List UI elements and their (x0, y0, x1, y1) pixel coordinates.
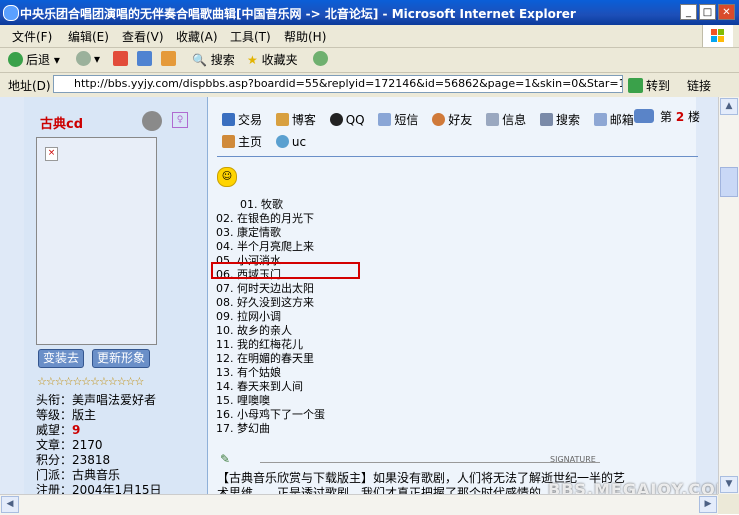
refresh-button[interactable] (137, 51, 155, 69)
avatar: × (36, 137, 157, 345)
go-label: 转到 (646, 79, 671, 93)
rank-stars: ☆☆☆☆☆☆☆☆☆☆☆☆ (37, 375, 144, 388)
blog-icon (275, 113, 289, 126)
history-button[interactable] (313, 51, 331, 69)
nav-friends[interactable]: 好友 (432, 113, 472, 127)
nav-uc[interactable]: uc (275, 135, 306, 149)
favorites-button[interactable]: ★ 收藏夹 (247, 51, 298, 69)
back-button[interactable]: 后退 ▾ (8, 51, 60, 69)
pencil-icon: ✎ (220, 452, 231, 466)
maximize-icon[interactable]: □ (699, 4, 716, 20)
email-icon (593, 113, 607, 126)
username[interactable]: 古典cd (40, 113, 83, 132)
back-label: 后退 (26, 53, 51, 67)
close-icon[interactable]: ✕ (718, 4, 735, 20)
address-label: 地址(D) (8, 79, 51, 93)
horizontal-scrollbar[interactable]: ◀ ▶ (0, 494, 718, 515)
nav-trade[interactable]: 交易 (222, 113, 262, 127)
floor-number: 第 2 楼 (660, 110, 701, 124)
shield-icon (222, 113, 235, 126)
search-doc-icon (539, 113, 553, 126)
nav-home[interactable]: 主页 (222, 135, 262, 149)
song-item: 17. 梦幻曲 (216, 422, 270, 435)
nav-email[interactable]: 邮箱 (593, 113, 634, 127)
go-button[interactable]: 转到 (628, 77, 670, 94)
menu-favorites[interactable]: 收藏(A) (176, 28, 218, 45)
message-icon (378, 113, 392, 126)
favorites-label: 收藏夹 (261, 53, 298, 67)
scroll-thumb[interactable] (720, 167, 738, 197)
floor-icon (634, 109, 654, 123)
nav-info[interactable]: 信息 (486, 113, 526, 127)
title-bar: 中央乐团合唱团演唱的无伴奏合唱歌曲辑[中国音乐网 -> 北音论坛] - Micr… (0, 0, 739, 25)
search-button[interactable]: 🔍 搜索 (192, 51, 235, 69)
window-title: 中央乐团合唱团演唱的无伴奏合唱歌曲辑[中国音乐网 -> 北音论坛] - Micr… (20, 7, 576, 21)
address-bar: 地址(D) http://bbs.yyjy.com/dispbbs.asp?bo… (0, 73, 739, 98)
refresh-icon (137, 51, 152, 66)
home-icon (161, 51, 176, 66)
broken-image-icon: × (45, 147, 58, 161)
back-arrow-icon (8, 52, 23, 67)
post-nav-row2: 主页 uc (222, 133, 306, 150)
user-registered: 注册：2004年1月15日 (36, 483, 162, 494)
signature-label: SIGNATURE (550, 455, 596, 464)
smiley-icon: ☺ (217, 167, 237, 187)
qq-penguin-icon (329, 113, 343, 126)
info-icon (486, 113, 500, 126)
nav-qq[interactable]: QQ (329, 113, 365, 127)
post-divider (217, 156, 698, 157)
ie-icon (3, 5, 19, 21)
stop-icon (113, 51, 128, 66)
post-nav-row1: 交易 博客 QQ 短信 好友 信息 搜索 邮箱 (222, 111, 634, 128)
forward-button[interactable]: ▾ (76, 51, 100, 69)
change-avatar-button[interactable]: 变装去 (38, 349, 85, 368)
update-avatar-button[interactable]: 更新形象 (92, 349, 151, 368)
menu-tools[interactable]: 工具(T) (230, 28, 271, 45)
gender-icon: ♀ (172, 112, 188, 128)
home-icon (222, 135, 235, 148)
signature-divider (260, 462, 600, 463)
toolbar: 后退 ▾ ▾ 🔍 搜索 ★ 收藏夹 (0, 48, 739, 73)
uc-icon (275, 135, 289, 148)
user-face-icon (142, 111, 162, 131)
vertical-scrollbar[interactable]: ▲ ▼ (718, 97, 739, 494)
nav-blog[interactable]: 博客 (275, 113, 316, 127)
star-icon: ★ (247, 53, 258, 67)
scroll-down-icon[interactable]: ▼ (720, 476, 738, 493)
user-panel: 古典cd ♀ × 变装去 更新形象 ☆☆☆☆☆☆☆☆☆☆☆☆ 头衔：美声唱法爱好… (24, 97, 208, 494)
minimize-icon[interactable]: _ (680, 4, 697, 20)
search-label: 搜索 (210, 53, 235, 67)
windows-logo-icon (702, 25, 733, 47)
menu-view[interactable]: 查看(V) (122, 28, 164, 45)
scroll-up-icon[interactable]: ▲ (720, 98, 738, 115)
scroll-left-icon[interactable]: ◀ (1, 496, 19, 513)
home-button[interactable] (161, 51, 179, 69)
menu-edit[interactable]: 编辑(E) (68, 28, 109, 45)
search-icon: 🔍 (192, 53, 207, 67)
highlight-box (211, 262, 360, 279)
links-button[interactable]: 链接 (687, 77, 711, 94)
scroll-right-icon[interactable]: ▶ (699, 496, 717, 513)
forward-arrow-icon (76, 51, 91, 66)
stop-button[interactable] (113, 51, 131, 69)
signature-text-line2: 术思维……正是透过歌剧，我们才真正把握了那个时代感情的 (217, 486, 542, 494)
menu-help[interactable]: 帮助(H) (284, 28, 326, 45)
scroll-corner (718, 494, 739, 514)
friends-icon (432, 113, 446, 126)
nav-message[interactable]: 短信 (378, 113, 418, 127)
menu-file[interactable]: 文件(F) (12, 28, 52, 45)
go-arrow-icon (628, 78, 643, 93)
nav-search[interactable]: 搜索 (539, 113, 580, 127)
history-icon (313, 51, 328, 66)
menu-bar: 文件(F) 编辑(E) 查看(V) 收藏(A) 工具(T) 帮助(H) (0, 25, 739, 48)
address-input[interactable]: http://bbs.yyjy.com/dispbbs.asp?boardid=… (53, 75, 623, 93)
address-url: http://bbs.yyjy.com/dispbbs.asp?boardid=… (74, 77, 623, 90)
